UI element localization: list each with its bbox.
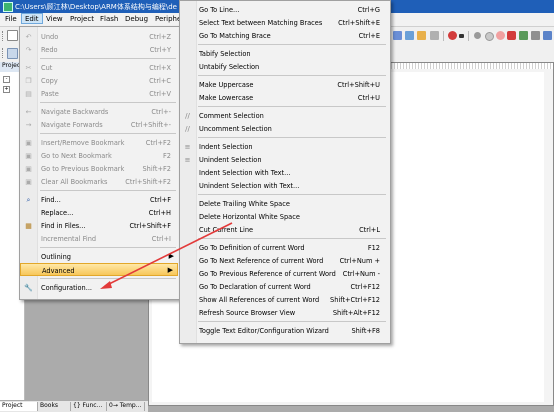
annotation-arrow-line	[104, 222, 233, 287]
annotation-arrow-head	[100, 281, 112, 289]
watermark: CSDN @BBA_Code	[416, 383, 540, 398]
annotation-arrow	[100, 222, 233, 289]
